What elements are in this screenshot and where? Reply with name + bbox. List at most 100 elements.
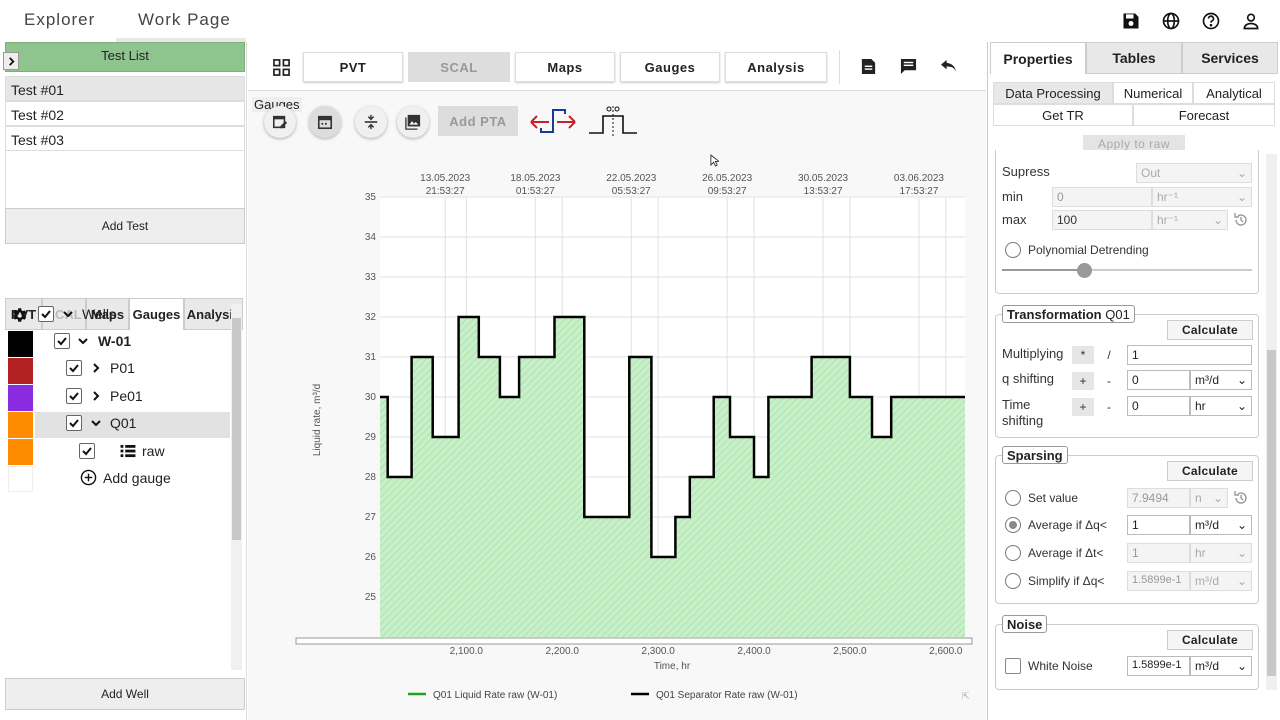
reset-icon[interactable]	[1233, 212, 1249, 228]
polynomial-radio[interactable]	[1005, 242, 1021, 258]
color-swatch[interactable]	[8, 412, 33, 438]
q-shifting-unit-select[interactable]: m³/d ⌄	[1190, 370, 1252, 390]
minus-op-button[interactable]: -	[1098, 372, 1120, 390]
gear-icon[interactable]	[10, 306, 28, 324]
simplify-radio[interactable]	[1005, 573, 1021, 589]
detrend-slider-thumb[interactable]	[1077, 263, 1092, 278]
set-value-input[interactable]: 7.9494	[1127, 488, 1190, 508]
reset-icon[interactable]	[1233, 490, 1249, 506]
set-value-unit-select[interactable]: n ⌄	[1190, 488, 1228, 508]
polynomial-label: Polynomial Detrending	[1028, 243, 1149, 257]
subtab-data-processing[interactable]: Data Processing	[993, 82, 1113, 104]
scrollbar-thumb[interactable]	[1267, 350, 1276, 676]
time-tick-label: 01:53:27	[516, 186, 555, 197]
chevron-right-icon[interactable]	[90, 362, 102, 374]
chevron-right-icon[interactable]	[90, 390, 102, 402]
multiply-op-button[interactable]: *	[1072, 346, 1094, 364]
user-icon[interactable]	[1241, 11, 1261, 31]
range-slider[interactable]	[295, 637, 973, 645]
max-input[interactable]: 100	[1052, 210, 1152, 230]
min-unit-select[interactable]: hr⁻¹ ⌄	[1152, 187, 1252, 207]
subtab-forecast[interactable]: Forecast	[1133, 104, 1275, 126]
tab-services[interactable]: Services	[1182, 42, 1278, 74]
globe-icon[interactable]	[1161, 11, 1181, 31]
white-noise-unit-select[interactable]: m³/d ⌄	[1190, 656, 1252, 676]
well-checkbox[interactable]	[54, 333, 70, 349]
subtab-analytical[interactable]: Analytical	[1193, 82, 1275, 104]
legend-label[interactable]: Q01 Liquid Rate raw (W-01)	[433, 690, 557, 701]
time-shifting-unit-select[interactable]: hr ⌄	[1190, 396, 1252, 416]
tab-gauges[interactable]: Gauges	[129, 298, 184, 330]
gauge-checkbox[interactable]	[66, 388, 82, 404]
rate-chart[interactable]: 25 26 27 28 29 30 31 32 33 34 35 2,100.0 2,200.0 2,3…	[248, 42, 986, 720]
average-dq-input[interactable]: 1	[1127, 515, 1190, 535]
test-row[interactable]: Test #02	[5, 101, 245, 126]
white-noise-input[interactable]: 1.5899e-1	[1127, 656, 1190, 676]
simplify-input[interactable]: 1.5899e-1	[1127, 571, 1190, 591]
q-shifting-input[interactable]: 0	[1127, 370, 1190, 390]
average-dq-radio[interactable]	[1005, 517, 1021, 533]
color-swatch[interactable]	[8, 385, 33, 411]
add-well-button[interactable]: Add Well	[5, 678, 245, 710]
noise-calculate-button[interactable]: Calculate	[1167, 630, 1253, 650]
supress-label: Supress	[1002, 164, 1050, 179]
tab-explorer[interactable]: Explorer	[24, 10, 95, 30]
gauge-label[interactable]: Pe01	[110, 388, 143, 404]
legend-label[interactable]: Q01 Separator Rate raw (W-01)	[656, 690, 798, 701]
color-swatch[interactable]	[8, 439, 33, 465]
raw-label[interactable]: raw	[142, 443, 165, 459]
tab-tables[interactable]: Tables	[1086, 42, 1182, 74]
chevron-right-icon[interactable]	[3, 52, 19, 70]
add-gauge-link[interactable]: Add gauge	[103, 470, 171, 486]
minus-op-button[interactable]: -	[1098, 398, 1120, 416]
average-dt-input[interactable]: 1	[1127, 543, 1190, 563]
color-swatch[interactable]	[8, 331, 33, 357]
transformation-calculate-button[interactable]: Calculate	[1167, 320, 1253, 340]
max-unit-select[interactable]: hr⁻¹ ⌄	[1152, 210, 1228, 230]
supress-select[interactable]: Out ⌄	[1136, 163, 1252, 183]
gauge-checkbox[interactable]	[66, 360, 82, 376]
average-dt-label: Average if Δt<	[1028, 546, 1104, 560]
sparsing-calculate-button[interactable]: Calculate	[1167, 461, 1253, 481]
time-shifting-input[interactable]: 0	[1127, 396, 1190, 416]
detrend-slider-track[interactable]	[1002, 269, 1252, 271]
subtab-numerical[interactable]: Numerical	[1113, 82, 1193, 104]
subtab-get-tr[interactable]: Get TR	[993, 104, 1133, 126]
save-icon[interactable]	[1121, 11, 1141, 31]
chevron-down-icon: ⌄	[1236, 166, 1247, 180]
raw-checkbox[interactable]	[79, 443, 95, 459]
tree-scrollbar[interactable]	[231, 304, 242, 670]
multiplying-input[interactable]: 1	[1127, 345, 1252, 365]
scrollbar-thumb[interactable]	[232, 318, 241, 540]
test-row[interactable]: Test #01	[5, 76, 245, 101]
set-value-radio[interactable]	[1005, 490, 1021, 506]
white-noise-checkbox[interactable]	[1005, 658, 1021, 674]
chevron-down-icon[interactable]	[62, 308, 74, 320]
resize-handle-icon[interactable]: ⇱	[962, 691, 970, 701]
plus-op-button[interactable]: +	[1072, 372, 1094, 390]
wells-checkbox[interactable]	[38, 306, 54, 322]
well-label[interactable]: W-01	[98, 333, 131, 349]
simplify-unit-select[interactable]: m³/d ⌄	[1190, 571, 1252, 591]
gauge-label[interactable]: Q01	[110, 415, 136, 431]
divide-op-button[interactable]: /	[1098, 346, 1120, 364]
test-list-header: Test List	[5, 42, 245, 72]
gauge-checkbox[interactable]	[66, 415, 82, 431]
gauge-label[interactable]: P01	[110, 360, 135, 376]
color-swatch[interactable]	[8, 358, 33, 384]
tab-properties[interactable]: Properties	[990, 42, 1086, 74]
properties-scrollbar[interactable]	[1266, 154, 1277, 690]
add-circle-icon[interactable]	[80, 469, 97, 486]
help-icon[interactable]	[1201, 11, 1221, 31]
chevron-down-icon: ⌄	[1236, 574, 1247, 588]
chevron-down-icon[interactable]	[77, 335, 89, 347]
average-dt-radio[interactable]	[1005, 545, 1021, 561]
tab-work-page[interactable]: Work Page	[138, 10, 231, 30]
test-row[interactable]: Test #03	[5, 126, 245, 151]
average-dq-unit-select[interactable]: m³/d ⌄	[1190, 515, 1252, 535]
plus-op-button[interactable]: +	[1072, 398, 1094, 416]
min-input[interactable]: 0	[1052, 187, 1152, 207]
add-test-button[interactable]: Add Test	[5, 208, 245, 244]
chevron-down-icon[interactable]	[90, 417, 102, 429]
average-dt-unit-select[interactable]: hr ⌄	[1190, 543, 1252, 563]
